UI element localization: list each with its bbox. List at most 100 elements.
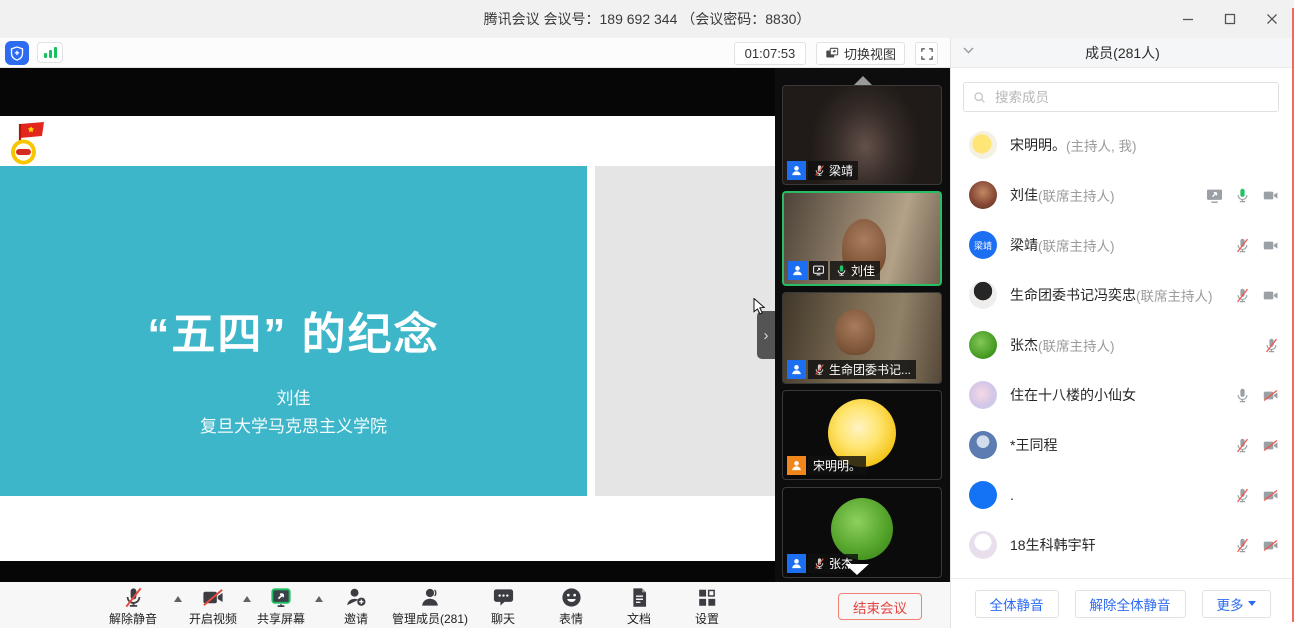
fullscreen-button[interactable]	[915, 42, 938, 65]
member-role: (主持人, 我)	[1066, 135, 1137, 155]
member-name: 刘佳	[1010, 185, 1038, 205]
mic-options-caret-icon[interactable]	[174, 596, 182, 602]
chat-bubble-icon	[491, 586, 514, 609]
smiley-icon	[559, 586, 582, 609]
maximize-button[interactable]	[1222, 11, 1238, 27]
switch-view-icon	[825, 47, 839, 61]
unmute-all-button[interactable]: 解除全体静音	[1075, 590, 1186, 618]
member-panel-footer: 全体静音 解除全体静音 更多	[951, 578, 1294, 628]
member-row[interactable]: 梁靖 梁靖 (联席主持人)	[951, 220, 1294, 270]
mic-muted-icon[interactable]	[1234, 287, 1251, 304]
video-options-caret-icon[interactable]	[243, 596, 251, 602]
member-role: (联席主持人)	[1038, 235, 1115, 255]
avatar	[969, 281, 997, 309]
emoji-button[interactable]: 表情	[559, 586, 583, 627]
member-search-input[interactable]	[993, 89, 1269, 106]
bottom-toolbar: 解除静音 开启视频 共享屏幕 邀请 管理成员(281) 聊天 表情	[0, 582, 950, 628]
camera-on-icon[interactable]	[1261, 237, 1280, 254]
camera-on-icon[interactable]	[1261, 187, 1280, 204]
mic-muted-icon	[813, 363, 826, 376]
unmute-button[interactable]: 解除静音	[109, 586, 157, 627]
mute-all-button[interactable]: 全体静音	[975, 590, 1059, 618]
member-row[interactable]: 住在十八楼的小仙女	[951, 370, 1294, 420]
meeting-toolbar-top: 01:07:53 切换视图	[0, 38, 950, 68]
camera-off-icon[interactable]	[1261, 537, 1280, 554]
person-icon	[418, 586, 442, 609]
member-row[interactable]: 张杰 (联席主持人)	[951, 320, 1294, 370]
mic-muted-icon[interactable]	[1263, 337, 1280, 354]
tile-name: 生命团委书记...	[829, 361, 911, 378]
share-options-caret-icon[interactable]	[315, 596, 323, 602]
mic-muted-icon[interactable]	[1234, 437, 1251, 454]
slide-title: “五四” 的纪念	[0, 298, 587, 362]
member-row[interactable]: 刘佳 (联席主持人)	[951, 170, 1294, 220]
member-search-box[interactable]	[963, 82, 1279, 112]
settings-button[interactable]: 设置	[695, 586, 719, 627]
mic-muted-icon[interactable]	[1234, 537, 1251, 554]
video-tile-liujia[interactable]: 刘佳	[782, 191, 942, 286]
member-row[interactable]: 生命团委书记冯奕忠 (联席主持人)	[951, 270, 1294, 320]
mic-muted-icon	[813, 557, 826, 570]
titlebar: 腾讯会议 会议号：189 692 344 （会议密码：8830）	[0, 0, 1294, 38]
member-list: 宋明明。 (主持人, 我) 刘佳 (联席主持人) 梁靖 梁靖 (联席主持人)	[951, 120, 1294, 570]
avatar	[969, 431, 997, 459]
shared-screen-area: “五四” 的纪念 刘佳 复旦大学马克思主义学院 › 梁靖	[0, 68, 950, 582]
switch-view-button[interactable]: 切换视图	[816, 42, 905, 65]
video-tile-shengmingtuanwei[interactable]: 生命团委书记...	[782, 292, 942, 384]
share-screen-icon	[269, 586, 293, 609]
scroll-up-icon[interactable]	[854, 76, 872, 85]
network-signal-icon[interactable]	[37, 42, 63, 63]
manage-members-button[interactable]: 管理成员(281)	[392, 586, 468, 627]
tile-name: 梁靖	[829, 162, 853, 179]
slide-presenter: 刘佳	[0, 384, 587, 409]
member-role: (联席主持人)	[1038, 185, 1115, 205]
settings-grid-icon	[696, 586, 718, 609]
avatar	[969, 181, 997, 209]
scroll-down-icon[interactable]	[845, 564, 869, 575]
member-row[interactable]: 18生科韩宇轩	[951, 520, 1294, 570]
mic-on-green-icon[interactable]	[1234, 187, 1251, 204]
chevron-down-icon	[1248, 601, 1256, 606]
end-meeting-button[interactable]: 结束会议	[838, 593, 922, 620]
member-name: 宋明明。	[1010, 135, 1066, 155]
share-screen-button[interactable]: 共享屏幕	[257, 586, 305, 627]
mic-muted-icon[interactable]	[1234, 487, 1251, 504]
camera-off-icon[interactable]	[1261, 487, 1280, 504]
docs-button[interactable]: 文档	[627, 586, 651, 627]
start-video-button[interactable]: 开启视频	[189, 586, 237, 627]
member-panel-header: 成员(281人)	[951, 38, 1294, 68]
avatar	[969, 531, 997, 559]
next-slide-button[interactable]: ›	[757, 311, 775, 359]
mouse-cursor	[753, 298, 767, 315]
member-name: 张杰	[1010, 335, 1038, 355]
member-badge-icon	[788, 261, 807, 280]
video-tile-liangjing[interactable]: 梁靖	[782, 85, 942, 185]
member-badge-icon	[787, 360, 806, 379]
member-row[interactable]: .	[951, 470, 1294, 520]
camera-off-icon[interactable]	[1261, 437, 1280, 454]
meeting-security-shield-icon[interactable]	[5, 41, 29, 65]
slide-title-block: “五四” 的纪念 刘佳 复旦大学马克思主义学院	[0, 166, 587, 496]
collapse-panel-chevron-icon[interactable]	[963, 47, 974, 54]
chat-button[interactable]: 聊天	[491, 586, 515, 627]
member-role: (联席主持人)	[1136, 285, 1213, 305]
mic-on-icon[interactable]	[1234, 387, 1251, 404]
member-row[interactable]: *王同程	[951, 420, 1294, 470]
member-row[interactable]: 宋明明。 (主持人, 我)	[951, 120, 1294, 170]
video-tile-songmingming[interactable]: 宋明明。	[782, 390, 942, 480]
invite-button[interactable]: 邀请	[344, 586, 368, 627]
avatar	[969, 481, 997, 509]
camera-off-icon[interactable]	[1261, 387, 1280, 404]
member-name: 18生科韩宇轩	[1010, 535, 1096, 555]
avatar: 梁靖	[969, 231, 997, 259]
meeting-timer: 01:07:53	[734, 42, 806, 65]
mic-muted-icon	[813, 164, 826, 177]
minimize-button[interactable]	[1180, 11, 1196, 27]
close-button[interactable]	[1264, 11, 1280, 27]
tile-name: 宋明明。	[813, 457, 861, 474]
avatar	[969, 381, 997, 409]
camera-on-icon[interactable]	[1261, 287, 1280, 304]
more-button[interactable]: 更多	[1202, 590, 1271, 618]
mic-muted-icon[interactable]	[1234, 237, 1251, 254]
member-panel-title: 成员(281人)	[951, 38, 1294, 68]
